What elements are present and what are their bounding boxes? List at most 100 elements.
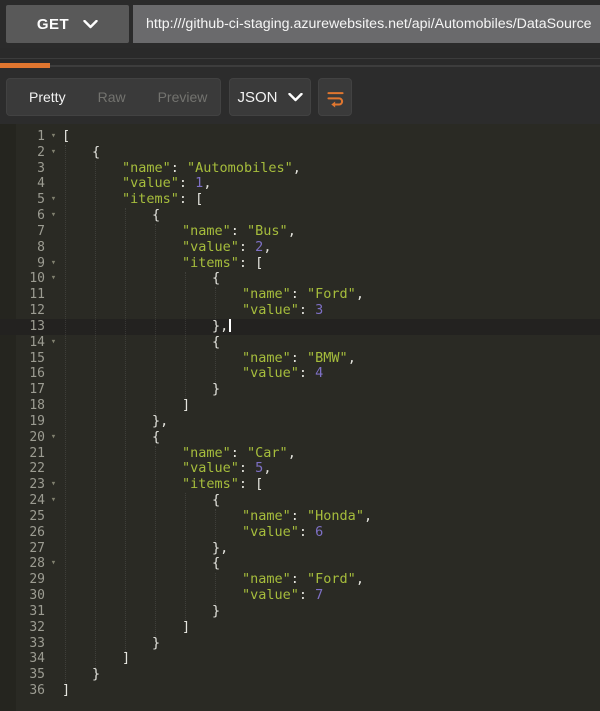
line-number: 30 (29, 588, 45, 604)
line-number: 36 (29, 682, 45, 698)
line-number: 25 (29, 508, 45, 524)
code-line-content: "value": 4 (242, 365, 324, 382)
fold-gutter-spacer (45, 366, 62, 382)
code-line: 19}, (0, 412, 600, 430)
code-line-content: "name": "Car", (182, 444, 296, 461)
code-line-content: }, (212, 539, 229, 556)
fold-gutter-spacer (45, 509, 62, 525)
fold-gutter-spacer (45, 240, 62, 256)
fold-arrow-icon[interactable]: ▾ (45, 208, 62, 224)
code-line: 10 ▾ { (0, 271, 600, 287)
code-line: 2 ▾ { (0, 144, 600, 161)
fold-arrow-icon[interactable]: ▾ (45, 129, 62, 145)
code-line-content: }, (152, 412, 169, 429)
code-line-content: "name": "BMW", (242, 349, 356, 366)
method-dropdown[interactable]: GET (6, 5, 129, 43)
code-line-content: { (212, 333, 221, 350)
tab-raw[interactable]: Raw (82, 89, 142, 105)
code-line-content: }, (62, 318, 600, 335)
code-line: 13}, (0, 318, 600, 335)
code-lines: 1 ▾[2 ▾{3 "name": "Automobiles", 4 "value": 1… (0, 128, 600, 699)
line-number: 11 (29, 287, 45, 303)
code-line: 5 ▾ "items": [ (0, 191, 600, 208)
fold-gutter-spacer (45, 176, 62, 192)
fold-arrow-icon[interactable]: ▾ (45, 256, 62, 272)
code-line: 21 "name": "Car", (0, 444, 600, 462)
code-line-content: } (152, 634, 161, 651)
code-line: 30 "value": 7 (0, 587, 600, 604)
code-line-content: } (212, 602, 221, 619)
code-line: 15 "name": "BMW", (0, 349, 600, 367)
code-line: 17} (0, 381, 600, 398)
code-line-content: "name": "Ford", (242, 286, 364, 303)
word-wrap-toggle-button[interactable] (318, 78, 352, 116)
code-line: 4 "value": 1, (0, 176, 600, 192)
line-number: 31 (29, 603, 45, 619)
line-number: 20 (29, 429, 45, 445)
fold-arrow-icon[interactable]: ▾ (45, 556, 62, 572)
tab-preview[interactable]: Preview (142, 89, 224, 105)
code-line: 27}, (0, 539, 600, 557)
code-line: 22 "value": 5, (0, 460, 600, 477)
request-bar: GET (0, 0, 600, 48)
fold-gutter-spacer (45, 382, 62, 398)
line-number: 1 (37, 129, 45, 144)
code-line: 28 ▾ { (0, 555, 600, 572)
line-number: 13 (29, 318, 45, 334)
url-input[interactable] (133, 5, 600, 43)
code-line: 6 ▾ { (0, 207, 600, 224)
tab-pretty[interactable]: Pretty (7, 89, 82, 105)
fold-gutter-spacer (45, 588, 62, 604)
fold-arrow-icon[interactable]: ▾ (45, 192, 62, 208)
fold-arrow-icon[interactable]: ▾ (45, 493, 62, 509)
line-number: 24 (29, 493, 45, 509)
view-mode-group: Pretty Raw Preview (6, 78, 221, 116)
response-body-editor[interactable]: 1 ▾[2 ▾{3 "name": "Automobiles", 4 "value": 1… (0, 124, 600, 711)
code-line: 33} (0, 634, 600, 652)
code-line-content: [ (62, 128, 71, 144)
code-line-content: "value": 5, (182, 460, 272, 477)
code-line-content: "name": "Automobiles", (122, 159, 301, 176)
code-line-content: "value": 2, (182, 238, 272, 255)
line-number: 21 (29, 445, 45, 461)
fold-gutter-spacer (45, 303, 62, 319)
code-line: 7 "name": "Bus", (0, 223, 600, 240)
code-line-content: { (212, 492, 221, 509)
chevron-down-icon (83, 19, 98, 29)
line-number: 3 (37, 160, 45, 176)
line-number: 33 (29, 635, 45, 651)
panel-divider-line (0, 58, 600, 59)
fold-arrow-icon[interactable]: ▾ (45, 271, 62, 287)
fold-arrow-icon[interactable]: ▾ (45, 430, 62, 446)
word-wrap-icon (325, 87, 346, 108)
line-number: 27 (29, 540, 45, 556)
fold-gutter-spacer (45, 651, 62, 667)
fold-arrow-icon[interactable]: ▾ (45, 335, 62, 351)
line-number: 23 (29, 477, 45, 493)
line-number: 4 (37, 176, 45, 192)
fold-gutter-spacer (45, 683, 62, 699)
fold-arrow-icon[interactable]: ▾ (45, 477, 62, 493)
format-label: JSON (237, 88, 278, 106)
line-number: 2 (37, 144, 45, 160)
line-number: 22 (29, 461, 45, 477)
line-number: 34 (29, 651, 45, 667)
code-line-content: "items": [ (182, 476, 264, 493)
format-dropdown[interactable]: JSON (229, 78, 311, 116)
code-line: 8 "value": 2, (0, 238, 600, 256)
fold-arrow-icon[interactable]: ▾ (45, 145, 62, 161)
code-line: 24 ▾ { (0, 492, 600, 509)
fold-gutter-spacer (45, 287, 62, 303)
text-cursor (229, 318, 231, 332)
fold-gutter-spacer (45, 541, 62, 557)
code-line: 12 "value": 3 (0, 302, 600, 319)
fold-gutter-spacer (45, 319, 62, 335)
fold-gutter-spacer (45, 224, 62, 240)
fold-gutter-spacer (45, 572, 62, 588)
fold-gutter-spacer (45, 398, 62, 414)
code-line: 36] (0, 682, 600, 699)
fold-gutter-spacer (45, 461, 62, 477)
code-line: 32] (0, 619, 600, 636)
line-number: 16 (29, 366, 45, 382)
fold-gutter-spacer (45, 620, 62, 636)
